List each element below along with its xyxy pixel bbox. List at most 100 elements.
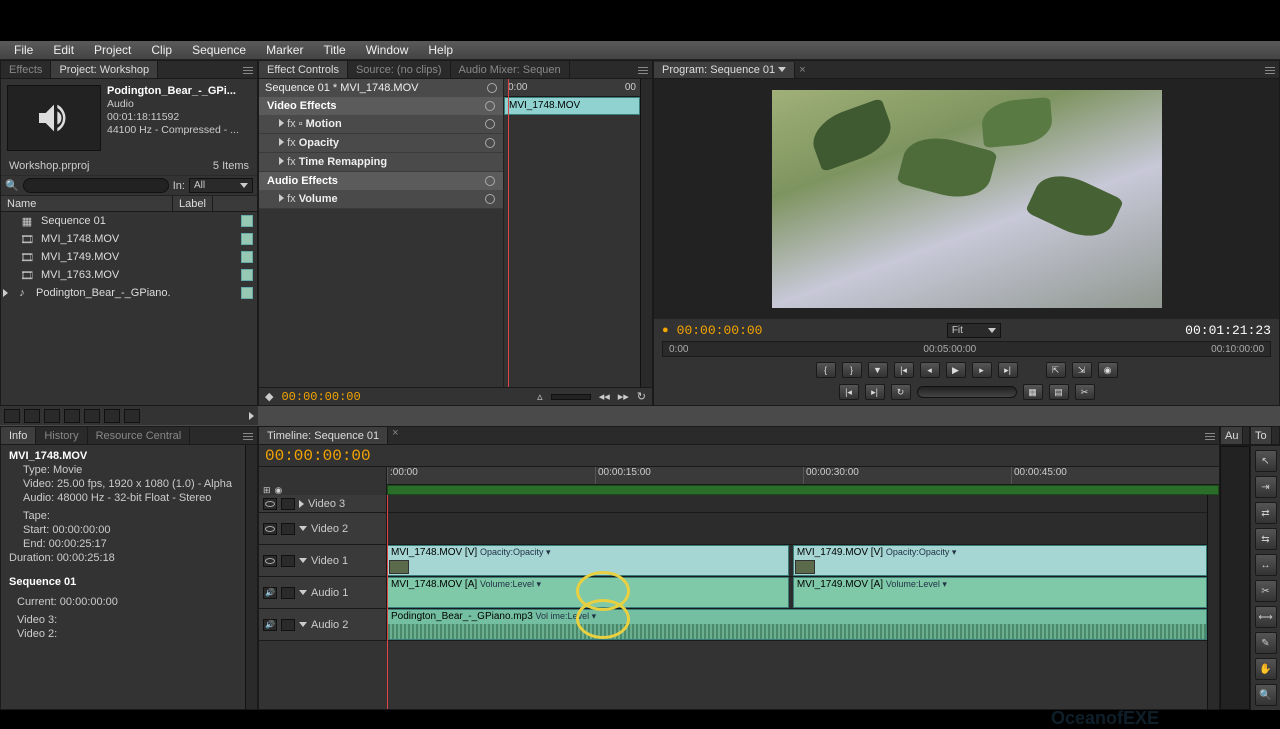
razor-tool[interactable]: ✂	[1255, 580, 1277, 602]
menu-marker[interactable]: Marker	[258, 41, 311, 59]
reset-icon[interactable]	[485, 119, 495, 129]
panel-menu-icon[interactable]	[241, 429, 255, 443]
label-swatch[interactable]	[241, 233, 253, 245]
selection-tool[interactable]: ↖	[1255, 450, 1277, 472]
zoom-out-icon[interactable]: ▵	[537, 390, 543, 403]
reset-icon[interactable]	[485, 138, 495, 148]
clip-v1-1748[interactable]: MVI_1748.MOV [V] Opacity:Opacity ▾	[387, 545, 789, 576]
rate-stretch-tool[interactable]: ↔	[1255, 554, 1277, 576]
menu-sequence[interactable]: Sequence	[184, 41, 254, 59]
tab-effects[interactable]: Effects	[1, 61, 51, 78]
menu-help[interactable]: Help	[420, 41, 461, 59]
clip-v1-1749[interactable]: MVI_1749.MOV [V] Opacity:Opacity ▾	[793, 545, 1207, 576]
track-header-a2[interactable]: 🔊 Audio 2	[259, 609, 387, 640]
next-keyframe-icon[interactable]: ▸▸	[618, 390, 629, 403]
effect-motion[interactable]: Motion	[306, 118, 342, 130]
effect-volume[interactable]: Volume	[299, 193, 338, 205]
go-to-out-button[interactable]: ▸|	[998, 362, 1018, 378]
collapse-icon[interactable]	[299, 558, 307, 563]
label-swatch[interactable]	[241, 215, 253, 227]
snap-icon[interactable]: ⊞	[263, 485, 271, 496]
collapse-icon[interactable]	[299, 590, 307, 595]
prev-edit-button[interactable]: |◂	[839, 384, 859, 400]
tab-info[interactable]: Info	[1, 427, 36, 444]
step-back-button[interactable]: ◂	[920, 362, 940, 378]
timeline-playhead[interactable]	[387, 495, 388, 709]
expand-icon[interactable]	[279, 119, 284, 127]
effect-time-remapping[interactable]: Time Remapping	[299, 156, 387, 168]
pen-tool[interactable]: ✎	[1255, 632, 1277, 654]
scrollbar[interactable]	[245, 445, 257, 709]
clip-a2-music[interactable]: Podington_Bear_-_GPiano.mp3 Vol ime:Leve…	[387, 609, 1207, 640]
lock-icon[interactable]	[281, 498, 295, 510]
panel-menu-icon[interactable]	[1263, 63, 1277, 77]
section-icon[interactable]	[485, 101, 495, 111]
fit-dropdown[interactable]: Fit	[947, 323, 1001, 338]
ec-playhead[interactable]	[508, 79, 509, 387]
ec-timecode[interactable]: 00:00:00:00	[281, 390, 360, 404]
search-icon[interactable]: 🔍	[5, 179, 19, 192]
zoom-slider[interactable]	[551, 394, 591, 400]
close-tab-icon[interactable]: ×	[795, 64, 809, 76]
new-item-icon[interactable]	[104, 409, 120, 423]
bin-row[interactable]: ▦ Sequence 01	[1, 212, 257, 230]
lock-icon[interactable]	[281, 523, 295, 535]
menu-title[interactable]: Title	[315, 41, 353, 59]
keyframe-toggle-icon[interactable]: ◆	[265, 390, 273, 403]
eye-icon[interactable]	[263, 523, 277, 535]
tab-effect-controls[interactable]: Effect Controls	[259, 61, 348, 78]
tab-audio-mixer[interactable]: Audio Mixer: Sequen	[451, 61, 570, 78]
expand-icon[interactable]	[299, 500, 304, 508]
expand-icon[interactable]	[279, 194, 284, 202]
bin-row[interactable]: 🎞 MVI_1749.MOV	[1, 248, 257, 266]
bin-row[interactable]: ♪ Podington_Bear_-_GPiano.	[1, 284, 257, 302]
set-marker-button[interactable]: ▼	[868, 362, 888, 378]
mute-icon[interactable]: 🔊	[263, 587, 277, 599]
tab-history[interactable]: History	[36, 427, 87, 444]
automate-icon[interactable]	[44, 409, 60, 423]
chevron-right-icon[interactable]	[249, 412, 254, 420]
eye-icon[interactable]	[263, 555, 277, 567]
output-button[interactable]: ▤	[1049, 384, 1069, 400]
new-bin-icon[interactable]	[84, 409, 100, 423]
clip-a1-1749[interactable]: MVI_1749.MOV [A] Volume:Level ▾	[793, 577, 1207, 608]
track-header-v1[interactable]: Video 1	[259, 545, 387, 576]
expand-icon[interactable]	[3, 289, 8, 297]
reset-icon[interactable]	[485, 194, 495, 204]
label-swatch[interactable]	[241, 251, 253, 263]
prev-keyframe-icon[interactable]: ◂◂	[599, 390, 610, 403]
effect-opacity[interactable]: Opacity	[299, 137, 339, 149]
bin-row[interactable]: 🎞 MVI_1763.MOV	[1, 266, 257, 284]
col-label[interactable]: Label	[173, 196, 213, 211]
tab-project[interactable]: Project: Workshop	[51, 61, 158, 78]
bin-row[interactable]: 🎞 MVI_1748.MOV	[1, 230, 257, 248]
safe-margins-button[interactable]: ▦	[1023, 384, 1043, 400]
chevron-down-icon[interactable]	[778, 67, 786, 72]
close-tab-icon[interactable]: ×	[388, 427, 402, 444]
panel-menu-icon[interactable]	[241, 63, 255, 77]
section-icon[interactable]	[485, 176, 495, 186]
menu-project[interactable]: Project	[86, 41, 139, 59]
loop-button[interactable]: ↻	[891, 384, 911, 400]
panel-menu-icon[interactable]	[1203, 429, 1217, 443]
hand-tool[interactable]: ✋	[1255, 658, 1277, 680]
program-monitor[interactable]	[654, 79, 1279, 319]
tab-audio-meters[interactable]: Au	[1221, 427, 1243, 444]
label-swatch[interactable]	[241, 287, 253, 299]
trim-button[interactable]: ✂	[1075, 384, 1095, 400]
ripple-edit-tool[interactable]: ⇄	[1255, 502, 1277, 524]
menu-clip[interactable]: Clip	[143, 41, 180, 59]
ec-clip-bar[interactable]: MVI_1748.MOV	[504, 97, 640, 115]
eye-icon[interactable]	[263, 498, 277, 510]
slip-tool[interactable]: ⟷	[1255, 606, 1277, 628]
lock-icon[interactable]	[281, 619, 295, 631]
play-button[interactable]: ▶	[946, 362, 966, 378]
expand-icon[interactable]	[279, 157, 284, 165]
lift-button[interactable]: ⇱	[1046, 362, 1066, 378]
find-icon[interactable]	[64, 409, 80, 423]
col-name[interactable]: Name	[1, 196, 173, 211]
delete-icon[interactable]	[124, 409, 140, 423]
menu-file[interactable]: File	[6, 41, 41, 59]
export-frame-button[interactable]: ◉	[1098, 362, 1118, 378]
track-header-v3[interactable]: Video 3	[259, 495, 387, 512]
